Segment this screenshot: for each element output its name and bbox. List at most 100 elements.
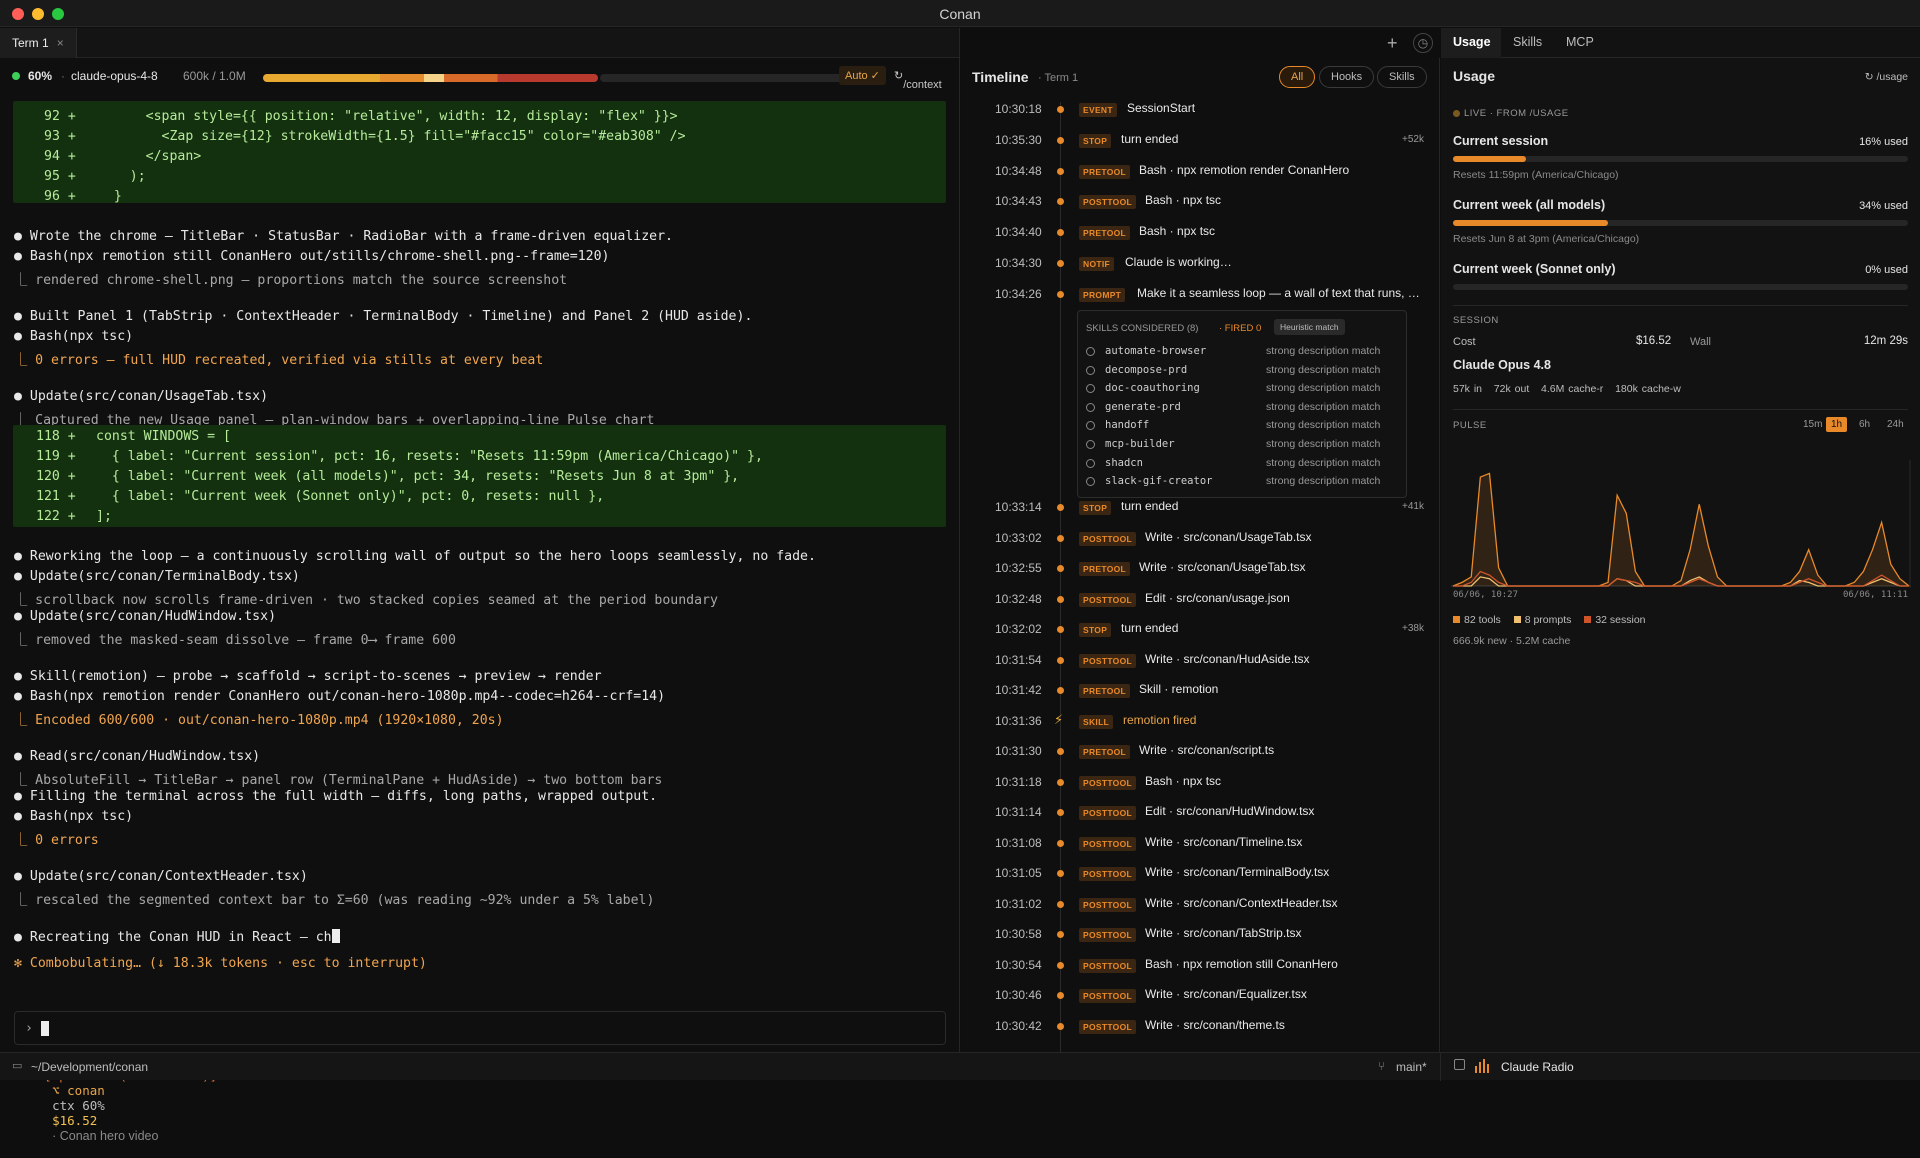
timeline-event[interactable]: 10:31:30 PRETOOL Write · src/conan/script.…	[961, 742, 1439, 762]
timeline-event[interactable]: 10:32:48 POSTTOOL Edit · src/conan/usage.j…	[961, 590, 1439, 610]
tab-skills[interactable]: Skills	[1513, 35, 1542, 49]
diff-line-number: 118 +	[36, 429, 76, 444]
history-icon[interactable]: ◷	[1413, 33, 1433, 53]
event-time: 10:32:02	[995, 622, 1042, 636]
app-title: Conan	[939, 6, 981, 22]
timeline-event[interactable]: 10:33:14 STOP turn ended +41k	[961, 498, 1439, 518]
terminal-pane: Term 1 × + 60% · claude-opus-4-8 600k / 1…	[0, 28, 1398, 1143]
diff-line-number: 93 +	[44, 129, 76, 144]
range-6h[interactable]: 6h	[1854, 417, 1875, 432]
event-text: Write · src/conan/script.ts	[1139, 743, 1275, 757]
timeline-event[interactable]: 10:30:54 POSTTOOL Bash · npx remotion stil…	[961, 956, 1439, 976]
tab-usage[interactable]: Usage	[1453, 35, 1491, 49]
event-dot-icon	[1057, 870, 1064, 877]
skill-match: strong description match	[1266, 363, 1381, 376]
pulse-x-end: 06/06, 11:11	[1842, 590, 1908, 600]
filter-all[interactable]: All	[1279, 66, 1316, 88]
timeline-event[interactable]: 10:34:30 NOTIF Claude is working…	[961, 254, 1439, 274]
timeline-event[interactable]: 10:31:18 POSTTOOL Bash · npx tsc	[961, 773, 1439, 793]
timeline-event[interactable]: 10:30:18 EVENT SessionStart	[961, 100, 1439, 120]
log-line: ● Update(src/conan/ContextHeader.tsx)	[14, 869, 308, 884]
event-text: Edit · src/conan/HudWindow.tsx	[1145, 804, 1315, 818]
diff-line-number: 122 +	[36, 509, 76, 524]
event-time: 10:31:02	[995, 896, 1042, 911]
radio-icon[interactable]	[1454, 1059, 1465, 1070]
event-time: 10:35:30	[995, 132, 1042, 147]
event-time: 10:30:18	[995, 102, 1042, 116]
log-line: ● Bash(npx remotion render ConanHero out…	[14, 689, 666, 704]
log-line: ● Filling the terminal across the full w…	[14, 789, 658, 804]
event-text: Write · src/conan/TabStrip.tsx	[1145, 926, 1302, 940]
range-1h[interactable]: 1h	[1826, 417, 1848, 432]
new-tab-button[interactable]: +	[1387, 33, 1398, 54]
range-24h[interactable]: 24h	[1882, 417, 1909, 432]
eq-bar	[1475, 1066, 1477, 1073]
event-text: Bash · npx tsc	[1145, 773, 1222, 788]
range-15m[interactable]: 15m	[1798, 417, 1827, 432]
claude-radio-label[interactable]: Claude Radio	[1501, 1060, 1574, 1074]
spinner-status: ✻ Combobulating… (↓ 18.3k tokens · esc t…	[14, 956, 427, 971]
legend-tools: 82 tools	[1464, 614, 1501, 626]
timeline-event[interactable]: 10:30:42 POSTTOOL Write · src/conan/theme.…	[961, 1017, 1439, 1037]
auto-compact-toggle[interactable]: Auto ✓	[839, 66, 886, 85]
event-text: Bash · npx tsc	[1145, 193, 1222, 208]
event-time: 10:34:40	[995, 225, 1042, 240]
timeline-event[interactable]: 10:30:46 POSTTOOL Write · src/conan/Equali…	[961, 986, 1439, 1006]
skill-match: strong description match	[1266, 475, 1381, 488]
log-line: ● Update(src/conan/UsageTab.tsx)	[14, 389, 269, 404]
pulse-legend: 82 tools 8 prompts 32 session	[1453, 614, 1646, 626]
event-text: Edit · src/conan/usage.json	[1145, 590, 1290, 605]
timeline-event[interactable]: 10:34:48 PRETOOL Bash · npx remotion rende…	[961, 162, 1439, 182]
timeline-event[interactable]: 10:30:58 POSTTOOL Write · src/conan/TabStr…	[961, 925, 1439, 945]
timeline-event[interactable]: 10:31:02 POSTTOOL Write · src/conan/Contex…	[961, 895, 1439, 915]
timeline-event[interactable]: 10:31:14 POSTTOOL Edit · src/conan/HudWind…	[961, 803, 1439, 823]
filter-skills[interactable]: Skills	[1377, 66, 1427, 88]
wall-value: 12m 29s	[1863, 335, 1908, 347]
log-line: ● Bash(npx remotion still ConanHero out/…	[14, 249, 610, 264]
diff-line-number: 121 +	[36, 489, 76, 504]
event-dot-icon	[1057, 931, 1064, 938]
timeline-event[interactable]: 10:35:30 STOP turn ended +52k	[961, 131, 1439, 151]
timeline-event[interactable]: 10:31:54 POSTTOOL Write · src/conan/HudAsi…	[961, 651, 1439, 671]
timeline-event[interactable]: 10:32:02 STOP turn ended +38k	[961, 620, 1439, 640]
event-text: Claude is working…	[1125, 255, 1232, 269]
event-time: 10:34:26	[995, 286, 1042, 301]
event-dot-icon	[1057, 198, 1064, 206]
timeline-event[interactable]: 10:31:05 POSTTOOL Write · src/conan/Termin…	[961, 864, 1439, 884]
context-bar-track	[600, 74, 858, 82]
timeline-event[interactable]: 10:34:40 PRETOOL Bash · npx tsc	[961, 223, 1439, 243]
tab-term-1[interactable]: Term 1 ×	[0, 28, 77, 58]
timeline-event[interactable]: 10:34:26 PROMPT Make it a seamless loop — …	[961, 285, 1439, 305]
eq-bar	[1479, 1062, 1481, 1073]
event-dot-icon	[1057, 1022, 1064, 1030]
context-command-button[interactable]: ↻ /context	[894, 69, 942, 91]
log-line: ● Skill(remotion) — probe → scaffold → s…	[14, 669, 602, 684]
tab-mcp[interactable]: MCP	[1566, 35, 1594, 49]
timeline-event[interactable]: 10:34:43 POSTTOOL Bash · npx tsc	[961, 192, 1439, 212]
timeline-title: Timeline	[972, 69, 1029, 85]
diff-line-code: const WINDOWS = [	[96, 429, 231, 444]
skill-radio-icon	[1086, 477, 1095, 487]
event-badge: PRETOOL	[1079, 745, 1131, 759]
timeline-event[interactable]: 10:31:36 ⚡ SKILL remotion fired	[961, 712, 1439, 732]
log-subline: ⎿ AbsoluteFill → TitleBar → panel row (T…	[14, 773, 663, 788]
log-subline: ⎿ rendered chrome-shell.png — proportion…	[14, 273, 568, 288]
timeline-event[interactable]: 10:31:42 PRETOOL Skill · remotion	[961, 681, 1439, 701]
legend-prompts-swatch	[1513, 616, 1521, 623]
timeline-event[interactable]: 10:31:08 POSTTOOL Write · src/conan/Timeli…	[961, 834, 1439, 854]
event-text: Write · src/conan/theme.ts	[1145, 1017, 1285, 1032]
log-line-streaming: ● Recreating the Conan HUD in React — ch	[14, 929, 340, 945]
filter-hooks[interactable]: Hooks	[1319, 66, 1375, 88]
event-badge: SKILL	[1079, 714, 1114, 729]
context-header: 60% · claude-opus-4-8 600k / 1.0M Auto ✓…	[0, 59, 960, 93]
timeline-event[interactable]: 10:33:02 POSTTOOL Write · src/conan/UsageT…	[961, 529, 1439, 549]
close-tab-icon[interactable]: ×	[57, 36, 64, 50]
event-badge: POSTTOOL	[1079, 653, 1136, 668]
prompt-input[interactable]: ›	[14, 1011, 946, 1045]
usage-window-percent: 16% used	[1859, 136, 1908, 148]
timeline-event[interactable]: 10:32:55 PRETOOL Write · src/conan/UsageTa…	[961, 559, 1439, 579]
usage-refresh-button[interactable]: ↻ /usage	[1865, 71, 1908, 83]
eq-bar	[1487, 1064, 1489, 1073]
skill-radio-icon	[1086, 347, 1095, 356]
event-dot-icon	[1057, 626, 1064, 633]
